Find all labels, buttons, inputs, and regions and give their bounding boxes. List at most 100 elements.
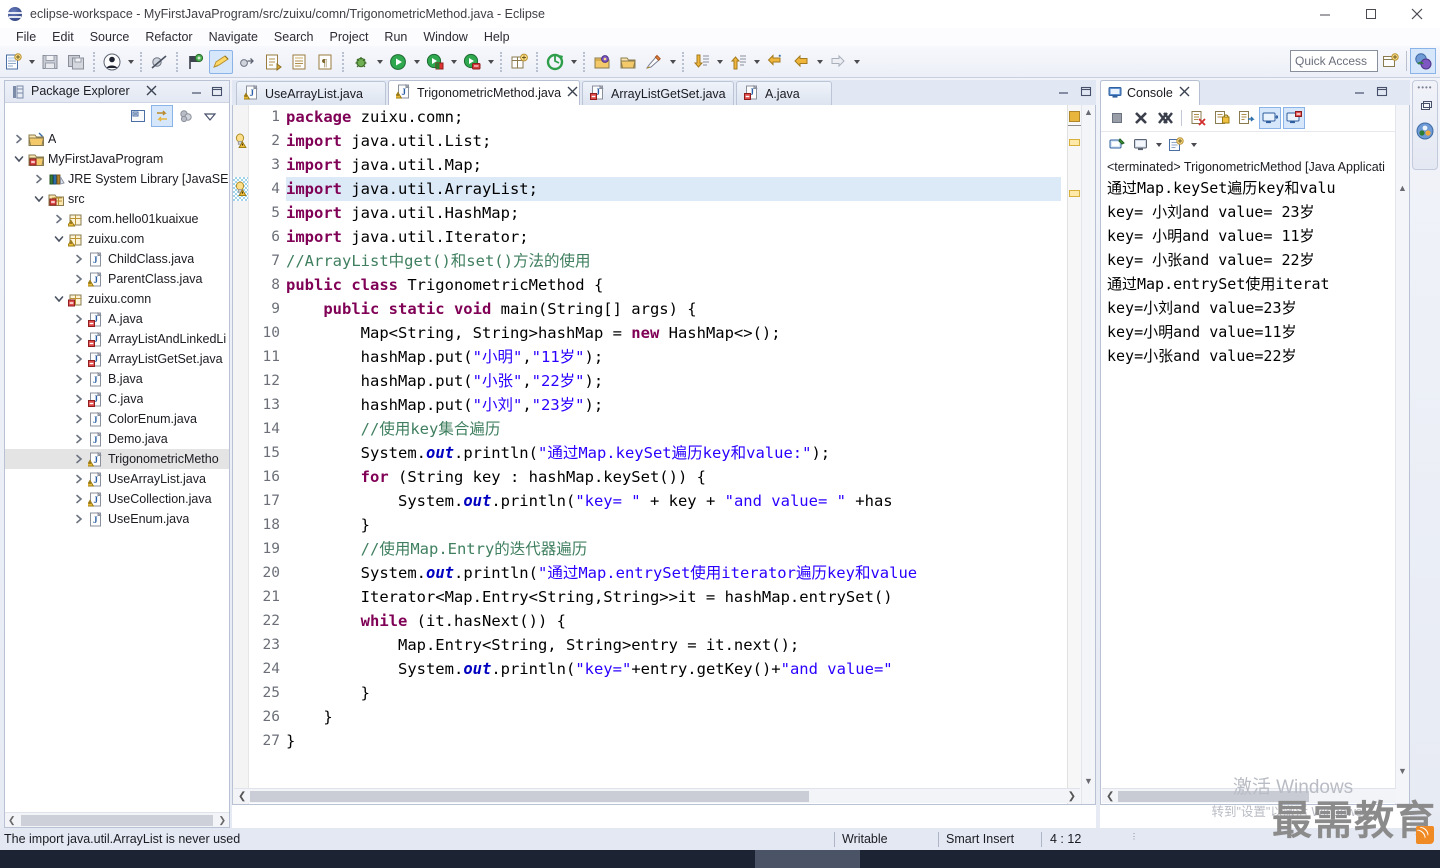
last-edit-location-icon[interactable] — [763, 50, 787, 74]
remove-launch-icon[interactable] — [1130, 107, 1152, 129]
edit-pencil-icon[interactable] — [209, 49, 233, 74]
warning-quickfix-icon[interactable] — [234, 181, 248, 199]
marker-cell[interactable] — [233, 489, 248, 513]
coverage-icon[interactable] — [423, 50, 447, 74]
quick-access-input[interactable]: Quick Access — [1290, 50, 1378, 72]
code-line[interactable]: //使用key集合遍历 — [286, 417, 1061, 441]
code-line[interactable]: Map.Entry<String, String>entry = it.next… — [286, 633, 1061, 657]
maximize-button[interactable] — [1348, 0, 1394, 28]
save-all-icon[interactable] — [64, 50, 88, 74]
display-console-dropdown-arrow[interactable] — [1153, 134, 1164, 156]
word-wrap-icon[interactable] — [1235, 107, 1257, 129]
menu-project[interactable]: Project — [322, 28, 377, 46]
console-vscrollbar[interactable]: ▲ ▼ — [1395, 105, 1409, 804]
marker-cell[interactable] — [233, 609, 248, 633]
overview-warning-marker[interactable] — [1069, 190, 1080, 197]
code-text[interactable]: package zuixu.comn; import java.util.List… — [286, 105, 1061, 804]
code-line[interactable]: import java.util.Iterator; — [286, 225, 1061, 249]
link-with-editor-icon[interactable] — [151, 105, 173, 127]
chevron-down-icon[interactable] — [51, 289, 67, 309]
tree-item-colorenum-java[interactable]: J ColorEnum.java — [5, 409, 229, 429]
menu-refactor[interactable]: Refactor — [137, 28, 200, 46]
open-console-dropdown-arrow[interactable] — [1188, 134, 1199, 156]
tree-item-trigonometricmetho[interactable]: J TrigonometricMetho — [5, 449, 229, 469]
chevron-right-icon[interactable] — [71, 489, 87, 509]
code-line[interactable]: } — [286, 705, 1061, 729]
scroll-left-arrow[interactable]: ❮ — [234, 791, 250, 802]
tree-item-demo-java[interactable]: J Demo.java — [5, 429, 229, 449]
marker-cell[interactable] — [233, 441, 248, 465]
marker-cell[interactable] — [233, 153, 248, 177]
chevron-right-icon[interactable] — [71, 329, 87, 349]
previous-annotation-dropdown-arrow[interactable] — [751, 51, 762, 73]
tree-item-childclass-java[interactable]: J ChildClass.java — [5, 249, 229, 269]
java-perspective-icon[interactable] — [1410, 48, 1436, 74]
scroll-left-arrow[interactable]: ❮ — [5, 815, 19, 826]
menu-window[interactable]: Window — [415, 28, 475, 46]
open-type-icon[interactable] — [590, 50, 614, 74]
refresh-dropdown-arrow[interactable] — [568, 51, 579, 73]
code-line[interactable]: hashMap.put("小明","11岁"); — [286, 345, 1061, 369]
chevron-right-icon[interactable] — [71, 409, 87, 429]
minimize-icon[interactable] — [1352, 84, 1366, 98]
scroll-up-arrow[interactable]: ▲ — [1084, 107, 1093, 117]
overview-ruler[interactable] — [1067, 105, 1081, 804]
chevron-right-icon[interactable] — [71, 449, 87, 469]
marker-cell[interactable] — [233, 201, 248, 225]
chevron-right-icon[interactable] — [71, 469, 87, 489]
back-dropdown-arrow[interactable] — [814, 51, 825, 73]
scroll-thumb[interactable] — [1118, 790, 1310, 802]
refresh-icon[interactable] — [543, 50, 567, 74]
toggle-breakpoint-icon[interactable] — [183, 50, 207, 74]
code-line[interactable]: import java.util.HashMap; — [286, 201, 1061, 225]
marker-cell[interactable] — [233, 537, 248, 561]
new-wizard-icon[interactable] — [1, 50, 25, 74]
project-tree[interactable]: A MyFirstJavaProgram JRE System Library [J… — [5, 129, 229, 811]
restore-icon[interactable] — [1413, 92, 1437, 118]
tree-item-usearraylist-java[interactable]: J UseArrayList.java — [5, 469, 229, 489]
marker-cell[interactable] — [233, 105, 248, 129]
code-line[interactable]: System.out.println("通过Map.entrySet使用iter… — [286, 561, 1061, 585]
code-line[interactable]: while (it.hasNext()) { — [286, 609, 1061, 633]
code-line[interactable]: public class TrigonometricMethod { — [286, 273, 1061, 297]
menu-help[interactable]: Help — [476, 28, 518, 46]
menu-navigate[interactable]: Navigate — [201, 28, 266, 46]
editor-tab-trigonometricmethod-java[interactable]: J TrigonometricMethod.java — [388, 80, 580, 105]
tree-item-a-java[interactable]: J A.java — [5, 309, 229, 329]
save-icon[interactable] — [38, 50, 62, 74]
marker-cell[interactable] — [233, 657, 248, 681]
editor-hscrollbar[interactable]: ❮ ❯ — [234, 788, 1080, 803]
new-java-class-icon[interactable] — [261, 50, 285, 74]
debug-dropdown-arrow[interactable] — [374, 51, 385, 73]
open-console-icon[interactable] — [1165, 134, 1187, 156]
next-annotation-dropdown-arrow[interactable] — [714, 51, 725, 73]
person-dropdown-arrow[interactable] — [125, 51, 136, 73]
marker-cell[interactable] — [233, 417, 248, 441]
marker-cell[interactable] — [233, 633, 248, 657]
code-line[interactable]: } — [286, 513, 1061, 537]
code-line[interactable]: //ArrayList中get()和set()方法的使用 — [286, 249, 1061, 273]
marker-cell[interactable] — [233, 513, 248, 537]
package-explorer-hscrollbar[interactable]: ❮ ❯ — [5, 812, 229, 827]
code-line[interactable]: import java.util.ArrayList; — [286, 177, 1061, 201]
tree-item-myfirstjavaprogram[interactable]: MyFirstJavaProgram — [5, 149, 229, 169]
tree-item-src[interactable]: src — [5, 189, 229, 209]
editor-tab-usearraylist-java[interactable]: J UseArrayList.java — [236, 81, 386, 105]
chevron-right-icon[interactable] — [71, 309, 87, 329]
chevron-down-icon[interactable] — [11, 149, 27, 169]
person-icon[interactable] — [100, 50, 124, 74]
terminate-icon[interactable] — [1106, 107, 1128, 129]
marker-cell[interactable] — [233, 249, 248, 273]
show-console-on-error-icon[interactable] — [1283, 107, 1305, 129]
run-icon[interactable] — [386, 50, 410, 74]
marker-cell[interactable] — [233, 585, 248, 609]
run-last-dropdown-arrow[interactable] — [485, 51, 496, 73]
tree-item-parentclass-java[interactable]: J ParentClass.java — [5, 269, 229, 289]
marker-pen-icon[interactable] — [642, 50, 666, 74]
next-annotation-icon[interactable] — [689, 50, 713, 74]
editor-tab-arraylistgetset-java[interactable]: J ArrayListGetSet.java — [582, 81, 734, 105]
editor-vscrollbar[interactable]: ▲ ▼ — [1081, 105, 1095, 804]
menu-edit[interactable]: Edit — [44, 28, 82, 46]
code-line[interactable]: public static void main(String[] args) { — [286, 297, 1061, 321]
maximize-icon[interactable] — [1374, 84, 1388, 98]
